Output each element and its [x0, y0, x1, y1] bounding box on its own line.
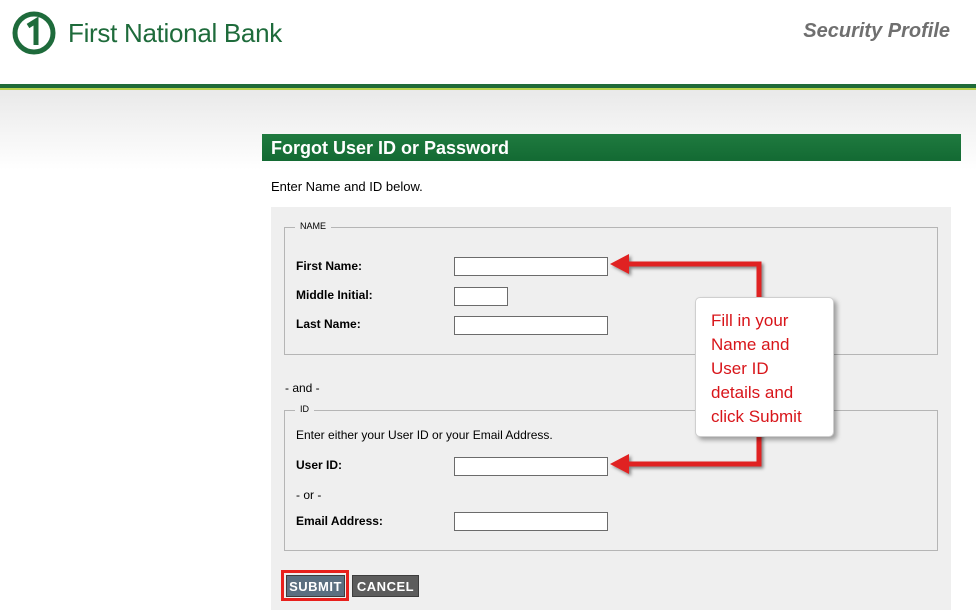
- email-input[interactable]: [454, 512, 608, 531]
- page-header: First National Bank Security Profile: [0, 0, 976, 84]
- and-separator: - and -: [285, 381, 320, 395]
- last-name-input[interactable]: [454, 316, 608, 335]
- middle-initial-input[interactable]: [454, 287, 508, 306]
- callout-line: User ID: [711, 359, 769, 378]
- email-label: Email Address:: [296, 514, 383, 528]
- name-legend: NAME: [295, 221, 332, 231]
- user-id-label: User ID:: [296, 458, 343, 472]
- id-legend: ID: [295, 404, 314, 414]
- or-separator: - or -: [296, 488, 322, 502]
- instruction-callout: Fill in your Name and User ID details an…: [695, 297, 834, 437]
- user-id-input[interactable]: [454, 457, 608, 476]
- id-instruction: Enter either your User ID or your Email …: [296, 428, 553, 442]
- bank-logo-icon: [12, 11, 56, 55]
- submit-button[interactable]: SUBMIT: [286, 575, 345, 597]
- form-heading: Forgot User ID or Password: [262, 134, 961, 161]
- cancel-button[interactable]: CANCEL: [352, 575, 419, 597]
- callout-line: click Submit: [711, 407, 802, 426]
- form-intro: Enter Name and ID below.: [271, 179, 423, 194]
- last-name-label: Last Name:: [296, 317, 361, 331]
- name-fieldset: [284, 227, 938, 355]
- middle-initial-label: Middle Initial:: [296, 288, 373, 302]
- first-name-label: First Name:: [296, 259, 363, 273]
- first-name-input[interactable]: [454, 257, 608, 276]
- page-title: Security Profile: [803, 20, 950, 42]
- callout-line: Fill in your: [711, 311, 789, 330]
- callout-line: Name and: [711, 335, 790, 354]
- bank-name: First National Bank: [68, 18, 282, 48]
- callout-line: details and: [711, 383, 794, 402]
